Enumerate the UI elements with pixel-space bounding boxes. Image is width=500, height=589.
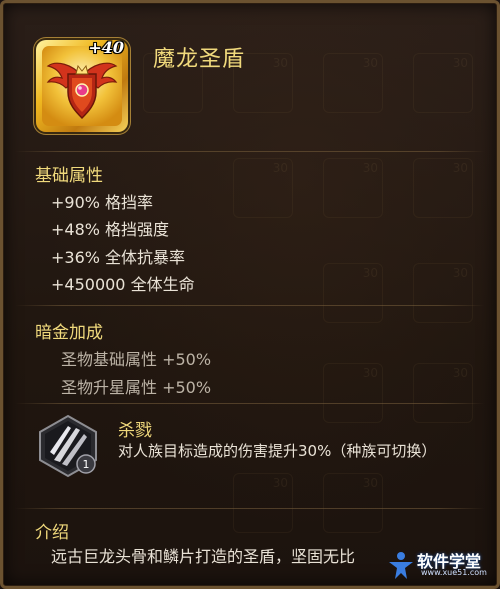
watermark-url: www.xue51.com [421, 568, 487, 577]
dark-gold-line: 圣物基础属性 +50% [61, 350, 212, 369]
background-slot: 30 [413, 53, 473, 113]
background-slot: 30 [413, 263, 473, 323]
divider [15, 403, 485, 404]
background-slot: 30 [413, 158, 473, 218]
base-attribute-line: +90% 格挡率 [51, 193, 154, 212]
background-slot: 30 [323, 473, 383, 533]
divider [15, 151, 485, 152]
background-slot: 30 [233, 473, 293, 533]
item-tooltip-panel: 30 30 30 30 30 30 30 30 30 30 30 30 30 +… [0, 0, 500, 589]
background-slot: 30 [413, 363, 473, 423]
base-attribute-line: +36% 全体抗暴率 [51, 248, 186, 267]
base-attributes-title: 基础属性 [35, 166, 103, 186]
item-level-badge: +40 [88, 38, 124, 57]
background-slot: 30 [233, 158, 293, 218]
base-attribute-line: +48% 格挡强度 [51, 220, 170, 239]
intro-text: 远古巨龙头骨和鳞片打造的圣盾，坚固无比 [51, 547, 356, 566]
intro-title: 介绍 [35, 523, 69, 543]
skill-description: 对人族目标造成的伤害提升30%（种族可切换） [118, 442, 437, 460]
golden-winged-shield-icon [42, 46, 122, 126]
divider [15, 508, 485, 509]
background-slot: 30 [323, 158, 383, 218]
item-icon-frame[interactable]: +40 [36, 38, 128, 132]
dark-gold-title: 暗金加成 [35, 323, 103, 343]
slash-claw-skill-icon[interactable]: 1 [36, 414, 100, 478]
skill-level: 1 [83, 458, 90, 471]
watermark: 软件学堂 www.xue51.com [387, 548, 491, 582]
divider [15, 305, 485, 306]
background-slot: 30 [323, 363, 383, 423]
background-slot: 30 [323, 263, 383, 323]
dark-gold-line: 圣物升星属性 +50% [61, 378, 212, 397]
item-name: 魔龙圣盾 [153, 47, 246, 72]
person-logo-icon [389, 552, 413, 579]
base-attribute-line: +450000 全体生命 [51, 275, 195, 294]
skill-name: 杀戮 [118, 421, 152, 441]
background-slot: 30 [323, 53, 383, 113]
